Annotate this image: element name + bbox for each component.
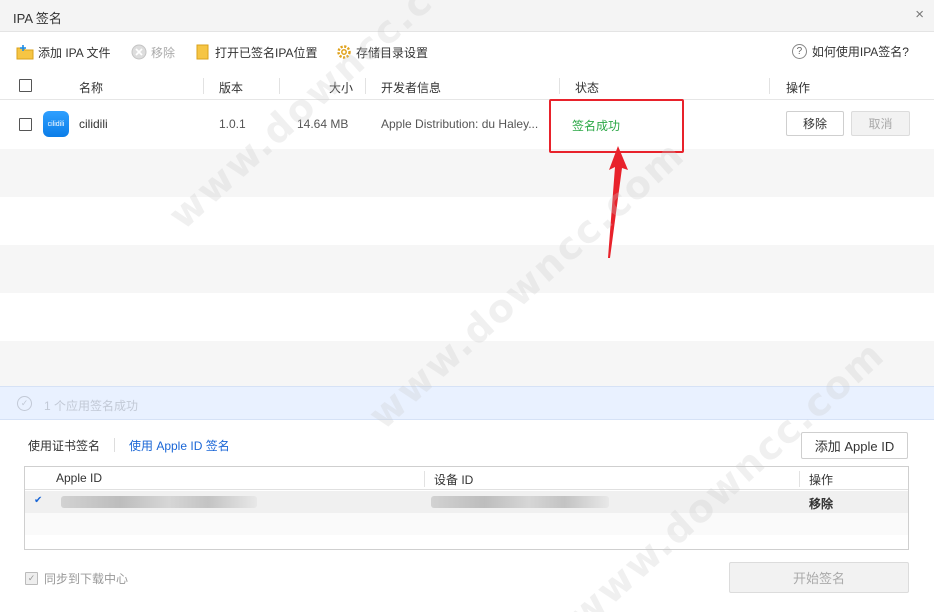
account-remove-link[interactable]: 移除: [809, 495, 833, 512]
help-link[interactable]: ? 如何使用IPA签名?: [791, 43, 909, 60]
column-name: 名称: [79, 81, 104, 95]
developer-info: Apple Distribution: du Haley...: [381, 117, 539, 131]
column-separator: [769, 78, 770, 94]
window-title: IPA 签名: [13, 11, 62, 26]
column-separator: [203, 78, 204, 94]
table-header: 名称 版本 大小 开发者信息 状态 操作: [0, 72, 934, 100]
help-icon: ?: [791, 44, 807, 59]
sync-label: 同步到下载中心: [44, 572, 129, 586]
column-developer: 开发者信息: [381, 81, 442, 95]
checkmark-icon: ✔: [34, 495, 43, 506]
column-separator: [559, 78, 560, 94]
select-all-checkbox[interactable]: [19, 79, 32, 92]
column-separator: [279, 78, 280, 94]
redacted-device-id: [431, 496, 609, 508]
remove-toolbar-label: 移除: [151, 45, 176, 60]
redacted-apple-id: [61, 496, 257, 508]
app-name: cilidili: [79, 117, 108, 131]
tab-certificate-sign[interactable]: 使用证书签名: [28, 437, 100, 454]
row-cancel-button[interactable]: 取消: [851, 111, 910, 136]
sync-download-center[interactable]: ✓ 同步到下载中心: [25, 570, 128, 587]
column-separator: [424, 471, 425, 487]
apple-id-table: Apple ID 设备 ID 操作 ✔ 移除: [24, 466, 909, 550]
table-row-empty: [0, 149, 934, 197]
apple-id-row-empty: [25, 513, 908, 535]
column-separator: [799, 471, 800, 487]
column-device-id: 设备 ID: [434, 473, 474, 487]
help-label: 如何使用IPA签名?: [811, 45, 909, 59]
table-row-empty: [0, 245, 934, 293]
start-sign-button[interactable]: 开始签名: [729, 562, 909, 593]
table-row-empty: [0, 197, 934, 245]
column-version: 版本: [219, 81, 244, 95]
gear-icon: [337, 45, 351, 59]
open-signed-location-button[interactable]: 打开已签名IPA位置: [195, 43, 317, 61]
row-remove-button[interactable]: 移除: [786, 111, 844, 136]
table-row-empty: [0, 341, 934, 386]
sync-checkbox[interactable]: ✓: [25, 572, 38, 585]
add-apple-id-button[interactable]: 添加 Apple ID: [801, 432, 908, 459]
add-ipa-label: 添加 IPA 文件: [38, 45, 111, 60]
annotation-arrow: [608, 146, 628, 258]
column-separator: [365, 78, 366, 94]
column-action: 操作: [786, 81, 811, 95]
table-row-empty: [0, 293, 934, 341]
info-message: 1 个应用签名成功: [44, 399, 139, 413]
close-icon[interactable]: ×: [915, 7, 924, 23]
add-ipa-button[interactable]: 添加 IPA 文件: [16, 43, 110, 61]
info-bar: ✓ 1 个应用签名成功: [0, 386, 934, 420]
open-signed-location-label: 打开已签名IPA位置: [215, 45, 318, 60]
app-version: 1.0.1: [219, 117, 246, 131]
toolbar: 添加 IPA 文件 移除 打开已签名IPA位置 存储目录设置 ? 如何使用IPA…: [0, 33, 934, 71]
file-icon: [196, 44, 209, 60]
column-size: 大小: [329, 81, 354, 95]
app-size: 14.64 MB: [297, 117, 349, 131]
storage-settings-button[interactable]: 存储目录设置: [336, 43, 428, 61]
folder-add-icon: [16, 45, 34, 60]
column-status: 状态: [575, 81, 600, 95]
app-icon: cilidili: [43, 111, 69, 137]
column-apple-id: Apple ID: [56, 471, 103, 485]
tab-apple-id-sign[interactable]: 使用 Apple ID 签名: [129, 437, 230, 454]
apple-id-table-header: Apple ID 设备 ID 操作: [25, 467, 908, 490]
tab-separator: [114, 438, 115, 452]
remove-toolbar-button[interactable]: 移除: [131, 43, 175, 61]
row-checkbox[interactable]: [19, 118, 32, 131]
check-circle-icon: ✓: [17, 396, 32, 411]
title-bar: IPA 签名 ×: [0, 0, 934, 32]
column-account-action: 操作: [809, 473, 834, 487]
storage-settings-label: 存储目录设置: [356, 45, 429, 60]
remove-icon: [131, 44, 147, 60]
apple-id-row[interactable]: ✔ 移除: [25, 491, 908, 513]
